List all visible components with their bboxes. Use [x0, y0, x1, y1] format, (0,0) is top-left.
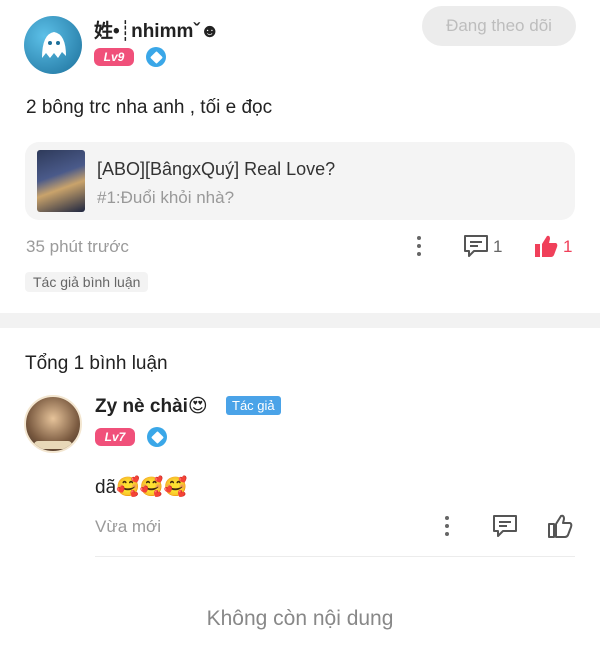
story-cover-image	[37, 150, 85, 212]
comment-count: 1	[493, 237, 503, 256]
author-commented-tag: Tác giả bình luận	[25, 272, 149, 292]
thumbs-up-outline-icon[interactable]	[547, 514, 573, 538]
comment-icon[interactable]	[463, 234, 489, 258]
end-of-content-message: Không còn nội dung	[206, 607, 394, 630]
thumbs-up-filled-icon[interactable]	[533, 234, 559, 258]
comment-more-options-icon[interactable]	[444, 516, 450, 536]
reply-icon[interactable]	[492, 514, 518, 538]
story-card[interactable]: [ABO][BângxQuý] Real Love? #1:Đuổi khỏi …	[25, 142, 575, 220]
ghost-icon	[42, 32, 66, 58]
comment-text: dã🥰🥰🥰	[95, 477, 188, 498]
follow-button[interactable]: Đang theo dõi	[422, 6, 576, 46]
author-tag: Tác giả	[226, 396, 281, 415]
commenter-username[interactable]: Zy nè chài😍	[95, 395, 208, 418]
comment-timestamp: Vừa mới	[95, 517, 161, 536]
commenter-level-badge: Lv7	[95, 428, 135, 446]
section-divider	[0, 313, 600, 328]
poster-avatar[interactable]	[24, 16, 82, 74]
poster-level-badge: Lv9	[94, 48, 134, 66]
diamond-badge-icon	[146, 47, 166, 67]
comment-divider	[95, 556, 575, 557]
commenter-avatar[interactable]	[24, 395, 82, 453]
comments-total-label: Tổng 1 bình luận	[25, 353, 168, 374]
poster-username[interactable]: 姓•┊nhimmˇ☻	[94, 16, 220, 43]
story-chapter: #1:Đuổi khỏi nhà?	[97, 188, 235, 207]
post-content: 2 bông trc nha anh , tối e đọc	[26, 97, 273, 118]
diamond-badge-icon	[147, 427, 167, 447]
post-timestamp: 35 phút trước	[26, 237, 129, 256]
like-count: 1	[563, 237, 573, 256]
more-options-icon[interactable]	[416, 236, 422, 256]
story-title: [ABO][BângxQuý] Real Love?	[97, 159, 336, 179]
avatar-frame-label	[34, 441, 72, 449]
